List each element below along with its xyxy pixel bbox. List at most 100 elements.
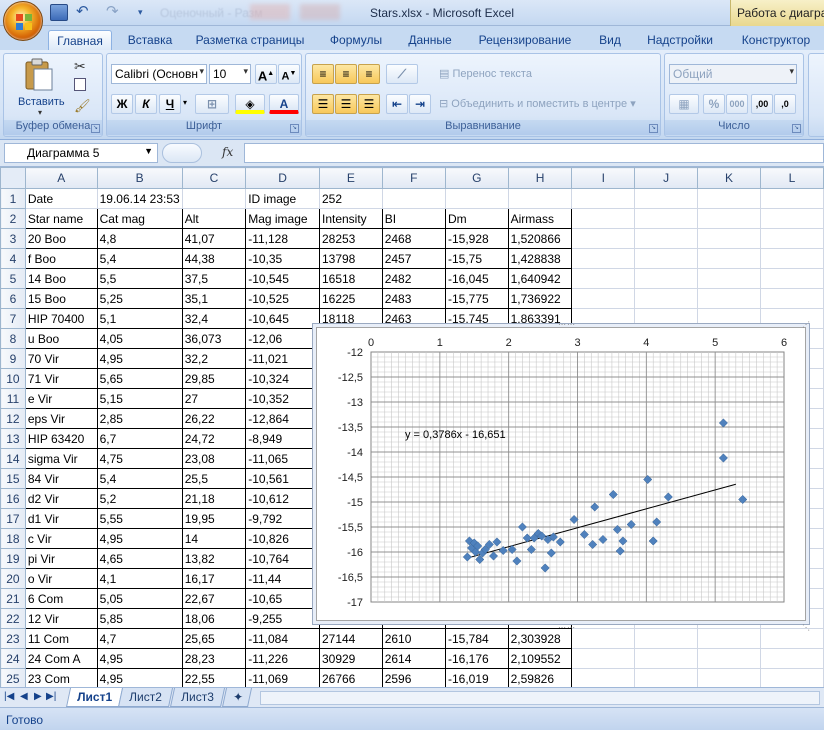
row-header[interactable]: 17 <box>0 508 26 529</box>
cell[interactable] <box>697 268 761 289</box>
cell[interactable]: 22,67 <box>181 588 247 609</box>
cell[interactable] <box>634 648 699 669</box>
chart-corner-handle[interactable]: ⋰ <box>802 320 811 329</box>
cell[interactable]: 2468 <box>381 228 447 249</box>
chart-corner-handle[interactable]: ⋱ <box>802 623 811 632</box>
cell[interactable]: Intensity <box>318 208 383 229</box>
sheet-tab-2[interactable]: Лист2 <box>118 688 173 707</box>
cell[interactable]: 11 Com <box>24 628 98 649</box>
cell[interactable]: -10,561 <box>245 468 320 489</box>
cell[interactable]: d2 Vir <box>24 488 98 509</box>
underline-button[interactable]: Ч <box>159 94 181 114</box>
cell[interactable]: -10,764 <box>245 548 320 569</box>
last-sheet-icon[interactable]: ▶| <box>46 691 56 702</box>
row-header[interactable]: 22 <box>0 608 26 629</box>
column-header[interactable]: B <box>96 167 183 189</box>
cell[interactable]: eps Vir <box>24 408 98 429</box>
cell[interactable]: f Boo <box>24 248 98 269</box>
cell[interactable]: 2596 <box>381 668 447 687</box>
cell[interactable]: Date <box>24 188 98 209</box>
cell[interactable]: 28253 <box>318 228 383 249</box>
row-header[interactable]: 3 <box>0 228 26 249</box>
cell[interactable]: 30929 <box>318 648 383 669</box>
cell[interactable]: HIP 63420 <box>24 428 98 449</box>
cell[interactable]: 2,109552 <box>507 648 573 669</box>
cell[interactable]: Alt <box>181 208 247 229</box>
cell[interactable]: -11,065 <box>245 448 320 469</box>
cell[interactable]: 12 Vir <box>24 608 98 629</box>
cell[interactable] <box>760 188 824 209</box>
cell[interactable]: 6,7 <box>96 428 183 449</box>
cell[interactable]: 21,18 <box>181 488 247 509</box>
row-header[interactable]: 12 <box>0 408 26 429</box>
cell[interactable]: 5,55 <box>96 508 183 529</box>
grow-font-button[interactable]: A▲ <box>255 64 277 84</box>
cell[interactable]: -9,792 <box>245 508 320 529</box>
align-left-button[interactable]: ☰ <box>312 94 334 114</box>
cell[interactable]: 5,25 <box>96 288 183 309</box>
cell[interactable]: -10,65 <box>245 588 320 609</box>
cell[interactable]: -10,35 <box>245 248 320 269</box>
merge-center-button[interactable]: ⊟ Объединить и поместить в центре ▾ <box>438 96 637 111</box>
clipboard-launcher-icon[interactable]: ↘ <box>91 124 100 133</box>
cell[interactable] <box>697 668 761 687</box>
cell[interactable]: -11,069 <box>245 668 320 687</box>
font-color-button[interactable]: A <box>269 94 299 114</box>
cell[interactable]: 15 Boo <box>24 288 98 309</box>
cell[interactable]: ID image <box>245 188 320 209</box>
number-launcher-icon[interactable]: ↘ <box>792 124 801 133</box>
bold-button[interactable]: Ж <box>111 94 133 114</box>
cell[interactable]: Mag image <box>245 208 320 229</box>
row-header[interactable]: 5 <box>0 268 26 289</box>
decrease-indent-button[interactable]: ⇤ <box>386 94 408 114</box>
cell[interactable]: 4,95 <box>96 348 183 369</box>
select-all-corner[interactable] <box>0 167 26 189</box>
scatter-chart[interactable]: 0 1 2 3 4 5 6 -12 -12,5 -13 -13,5 -14 -14,5 -15 -15,5 -… <box>316 327 806 621</box>
row-header[interactable]: 21 <box>0 588 26 609</box>
cell[interactable]: -15,775 <box>445 288 509 309</box>
cell[interactable]: 35,1 <box>181 288 247 309</box>
cell[interactable]: -9,255 <box>245 608 320 629</box>
row-header[interactable]: 10 <box>0 368 26 389</box>
percent-button[interactable]: % <box>703 94 725 114</box>
row-header[interactable]: 25 <box>0 668 26 687</box>
tab-insert[interactable]: Вставка <box>120 30 180 50</box>
cell[interactable] <box>760 208 824 229</box>
cell[interactable] <box>634 188 699 209</box>
tab-page-layout[interactable]: Разметка страницы <box>192 30 308 50</box>
cell[interactable]: 5,2 <box>96 488 183 509</box>
cell[interactable] <box>760 228 824 249</box>
cell[interactable]: c Vir <box>24 528 98 549</box>
cell[interactable]: 13,82 <box>181 548 247 569</box>
cell[interactable]: -10,826 <box>245 528 320 549</box>
row-header[interactable]: 4 <box>0 248 26 269</box>
row-header[interactable]: 16 <box>0 488 26 509</box>
save-icon[interactable] <box>50 4 68 21</box>
row-header[interactable]: 2 <box>0 208 26 229</box>
cell[interactable] <box>697 248 761 269</box>
cell[interactable] <box>697 288 761 309</box>
cell[interactable]: 5,85 <box>96 608 183 629</box>
sheet-tab-1[interactable]: Лист1 <box>66 688 124 707</box>
cell[interactable]: -15,75 <box>445 248 509 269</box>
cell[interactable]: -16,019 <box>445 668 509 687</box>
cell[interactable]: 2614 <box>381 648 447 669</box>
cell[interactable]: 26766 <box>318 668 383 687</box>
copy-icon[interactable] <box>74 78 86 91</box>
tab-review[interactable]: Рецензирование <box>472 30 578 50</box>
align-bottom-button[interactable]: ≡ <box>358 64 380 84</box>
cell[interactable] <box>507 188 573 209</box>
cell[interactable] <box>697 628 761 649</box>
name-box[interactable]: Диаграмма 5 ▼ <box>4 143 158 163</box>
cell[interactable]: -11,44 <box>245 568 320 589</box>
cell[interactable] <box>760 668 824 687</box>
cell[interactable]: 4,8 <box>96 228 183 249</box>
row-header[interactable]: 7 <box>0 308 26 329</box>
cell[interactable]: 2610 <box>381 628 447 649</box>
cell[interactable]: 25,5 <box>181 468 247 489</box>
cell[interactable]: u Boo <box>24 328 98 349</box>
cell[interactable] <box>634 628 699 649</box>
cell[interactable]: 19,95 <box>181 508 247 529</box>
cell[interactable]: Dm <box>445 208 509 229</box>
cell[interactable]: Airmass <box>507 208 573 229</box>
